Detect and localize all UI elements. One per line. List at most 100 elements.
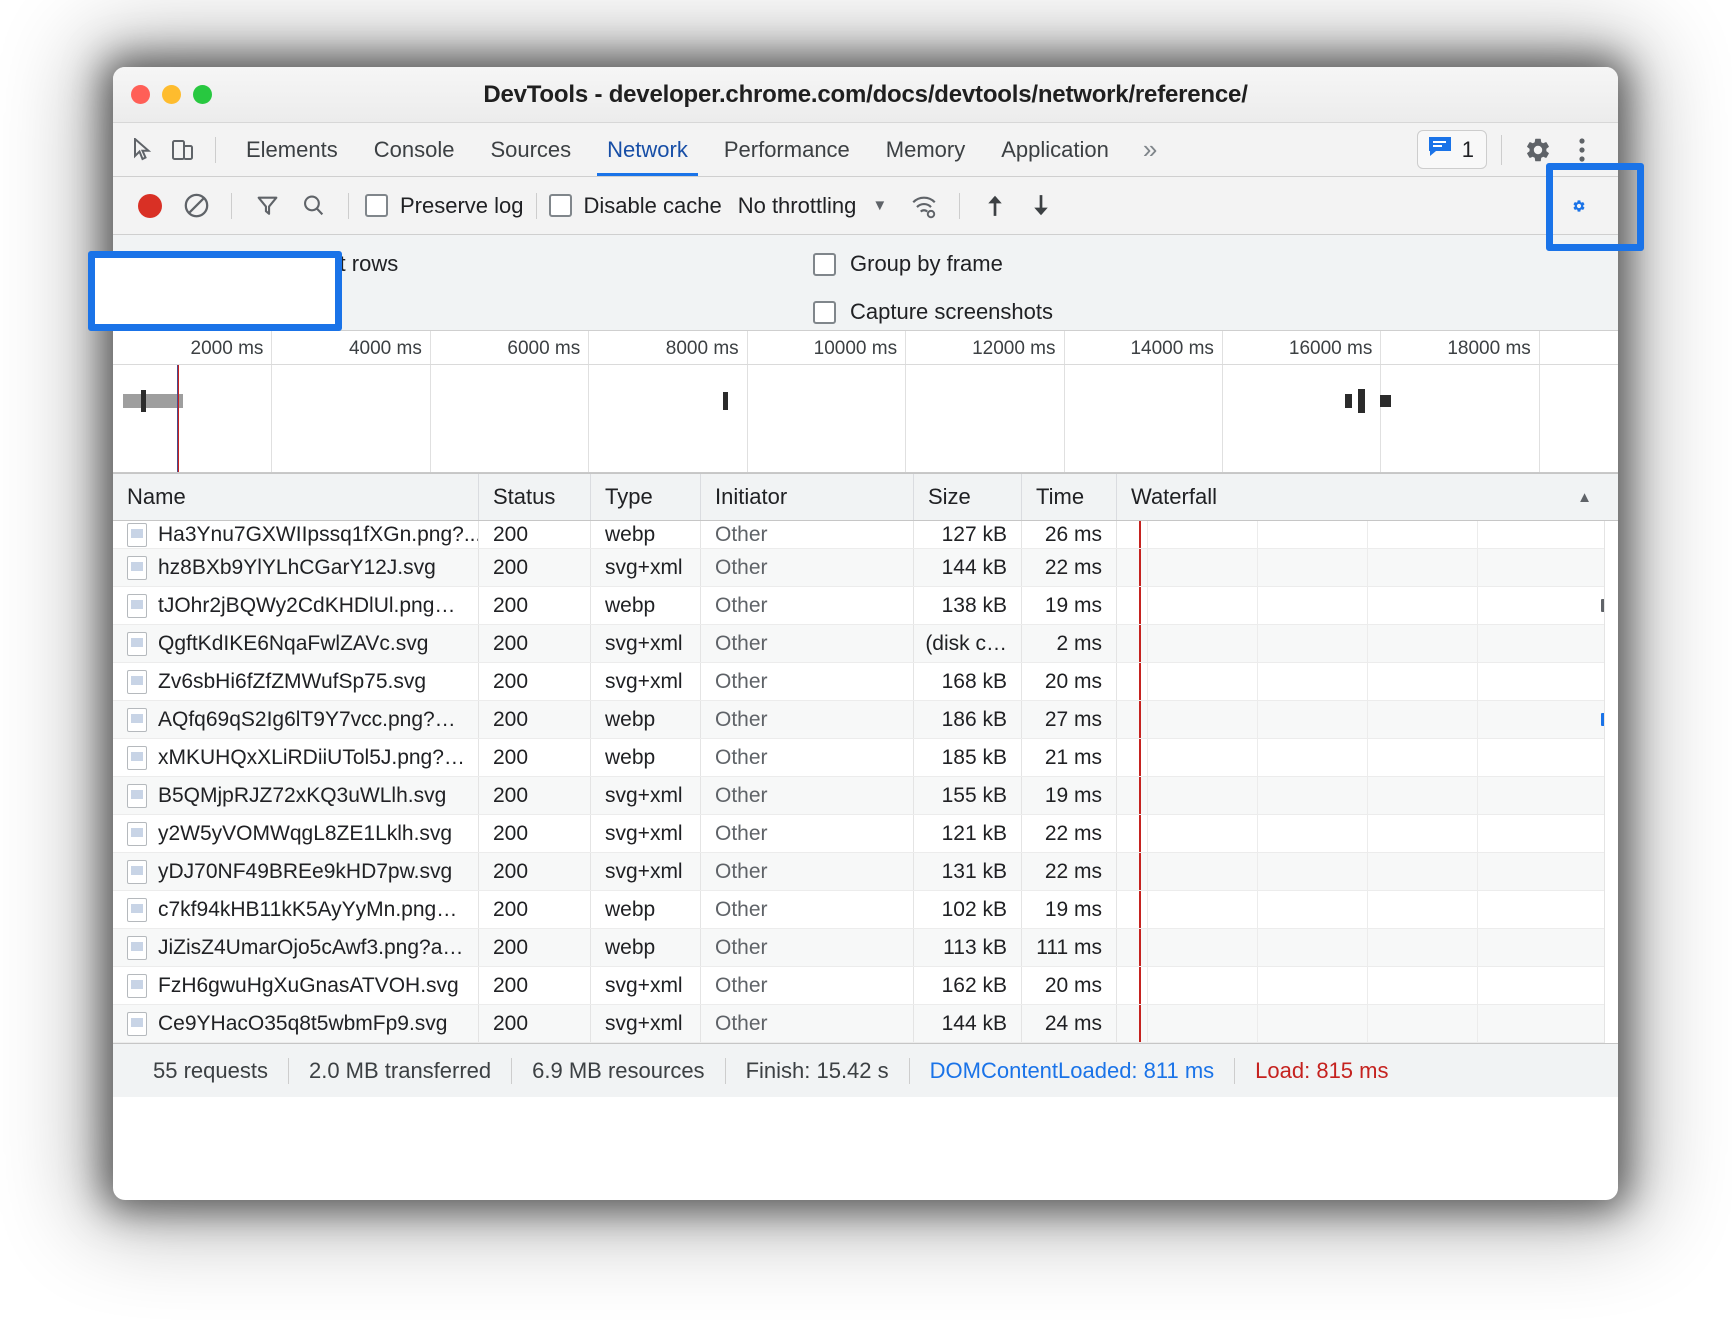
cell-time: 22 ms [1022, 853, 1117, 890]
column-header-time[interactable]: Time [1022, 474, 1117, 520]
toolbar-divider-2 [348, 192, 349, 219]
overview-request-bar [1358, 389, 1365, 413]
image-resource-icon [127, 1011, 147, 1036]
waterfall-load-marker [1139, 853, 1141, 890]
table-row[interactable]: Ha3Ynu7GXWIIpssq1fXGn.png?... 200 webp Othe… [113, 521, 1618, 1043]
cell-status: 200 [479, 739, 591, 776]
tab-sources[interactable]: Sources [472, 123, 589, 176]
status-domcontentloaded: DOMContentLoaded: 811 ms [929, 1057, 1215, 1083]
image-resource-icon [127, 669, 147, 694]
record-stop-icon[interactable] [127, 183, 173, 229]
preserve-log-checkbox[interactable]: Preserve log [365, 193, 524, 219]
tab-label: Performance [723, 136, 850, 162]
capture-screenshots-checkbox[interactable]: Capture screenshots [813, 295, 1053, 329]
show-overview-checkbox[interactable]: Show overview [135, 295, 398, 329]
table-row[interactable]: FzH6gwuHgXuGnasATVOH.svg 200 svg+xml Other 1… [113, 521, 1618, 1043]
column-header-size[interactable]: Size [914, 474, 1022, 520]
column-header-status[interactable]: Status [479, 474, 591, 520]
issues-count-label: 1 [1461, 136, 1474, 162]
table-row[interactable]: y2W5yVOMWqgL8ZE1Lklh.svg 200 svg+xml Other 1… [113, 521, 1618, 1043]
waterfall-load-marker [1139, 815, 1141, 852]
table-row[interactable]: B5QMjpRJZ72xKQ3uWLlh.svg 200 svg+xml Other 1… [113, 521, 1618, 1043]
tab-memory[interactable]: Memory [868, 123, 983, 176]
cell-initiator: Other [701, 1005, 914, 1042]
waterfall-gridline [1367, 891, 1368, 928]
waterfall-gridline [1147, 891, 1148, 928]
cell-size: 155 kB [914, 777, 1022, 814]
export-har-icon[interactable] [1018, 183, 1064, 229]
tab-label: Elements [246, 136, 338, 162]
table-row[interactable]: c7kf94kHB11kK5AyYyMn.png… 200 webp Other 102… [113, 521, 1618, 1043]
tab-performance[interactable]: Performance [706, 123, 868, 176]
table-row[interactable]: Ce9YHacO35q8t5wbmFp9.svg 200 svg+xml Other 1… [113, 521, 1618, 1043]
preserve-log-box[interactable] [365, 194, 388, 217]
table-row[interactable]: AQfq69qS2Ig6lT9Y7vcc.png?… 200 webp Other 18… [113, 521, 1618, 1043]
waterfall-gridline [1147, 967, 1148, 1004]
cell-size: 185 kB [914, 739, 1022, 776]
search-icon[interactable] [290, 183, 336, 229]
waterfall-gridline [1147, 739, 1148, 776]
table-body[interactable]: Ha3Ynu7GXWIIpssq1fXGn.png?... 200 webp Othe… [113, 521, 1618, 1043]
table-vertical-scrollbar[interactable] [1604, 521, 1618, 1043]
capture-screenshots-box[interactable] [813, 300, 836, 324]
table-row[interactable]: yDJ70NF49BREe9kHD7pw.svg 200 svg+xml Other 1… [113, 521, 1618, 1043]
cell-time: 111 ms [1022, 929, 1117, 966]
table-row[interactable]: xMKUHQxXLiRDiiUTol5J.png?… 200 webp Other 18… [113, 521, 1618, 1043]
tab-console[interactable]: Console [356, 123, 473, 176]
devtools-settings-gear-icon[interactable] [1516, 128, 1560, 172]
table-row[interactable]: tJOhr2jBQWy2CdKHDlUl.png… 200 webp Other 138… [113, 521, 1618, 1043]
waterfall-gridline [1257, 1005, 1258, 1042]
network-settings-gear-icon[interactable] [1572, 183, 1618, 229]
more-tabs-chevron-icon[interactable]: » [1127, 134, 1173, 165]
use-large-request-rows-checkbox[interactable]: Use large request rows [135, 247, 398, 281]
disable-cache-box[interactable] [548, 194, 572, 217]
chevron-down-icon[interactable]: ▼ [872, 197, 887, 214]
image-resource-icon [127, 631, 147, 656]
disable-cache-checkbox[interactable]: Disable cache [548, 193, 722, 219]
cursor-select-icon[interactable] [123, 130, 163, 170]
waterfall-gridline [1257, 663, 1258, 700]
throttling-select-value[interactable]: No throttling [738, 193, 857, 219]
use-large-request-rows-box[interactable] [135, 252, 158, 276]
clear-prohibited-icon[interactable] [173, 183, 219, 229]
tab-label: Memory [885, 136, 966, 162]
table-row[interactable]: Zv6sbHi6fZfZMWufSp75.svg 200 svg+xml Other 1… [113, 521, 1618, 1043]
waterfall-load-marker [1139, 587, 1141, 624]
more-options-kebab-icon[interactable] [1560, 128, 1604, 172]
group-by-frame-box[interactable] [813, 252, 836, 276]
column-header-type[interactable]: Type [591, 474, 701, 520]
waterfall-gridline [1147, 587, 1148, 624]
cell-type: svg+xml [591, 777, 701, 814]
waterfall-gridline [1477, 587, 1478, 624]
column-header-initiator[interactable]: Initiator [701, 474, 914, 520]
waterfall-gridline [1257, 967, 1258, 1004]
waterfall-gridline [1147, 549, 1148, 586]
panel-tabs: Elements Console Sources Network Perform… [228, 123, 1173, 176]
issues-counter-button[interactable]: 1 [1416, 130, 1487, 169]
cell-size: 131 kB [914, 853, 1022, 890]
column-header-name[interactable]: Name [113, 474, 479, 520]
group-by-frame-checkbox[interactable]: Group by frame [813, 247, 1053, 281]
waterfall-gridline [1147, 521, 1148, 548]
network-conditions-icon[interactable] [901, 183, 947, 229]
column-header-waterfall[interactable]: Waterfall ▲ [1117, 474, 1618, 520]
table-row[interactable]: hz8BXb9YlYLhCGarY12J.svg 200 svg+xml Other 1… [113, 521, 1618, 1043]
funnel-filter-icon[interactable] [244, 183, 290, 229]
tab-elements[interactable]: Elements [228, 123, 356, 176]
network-overview-timeline[interactable]: 2000 ms 4000 ms 6000 ms 8000 ms 10000 ms 1200… [113, 331, 1618, 473]
table-row[interactable]: QgftKdIKE6NqaFwlZAVc.svg 200 svg+xml Other(… [113, 521, 1618, 1043]
show-overview-box[interactable] [135, 300, 158, 324]
cell-status: 200 [479, 587, 591, 624]
cell-type: svg+xml [591, 663, 701, 700]
tab-network[interactable]: Network [589, 123, 706, 176]
request-name-label: QgftKdIKE6NqaFwlZAVc.svg [158, 631, 429, 655]
device-toolbar-icon[interactable] [163, 130, 203, 170]
tab-application[interactable]: Application [983, 123, 1127, 176]
table-row[interactable]: JiZisZ4UmarOjo5cAwf3.png?a… 200 webp Other 1… [113, 521, 1618, 1043]
cell-size: 144 kB [914, 549, 1022, 586]
import-har-icon[interactable] [972, 183, 1018, 229]
cell-time: 22 ms [1022, 549, 1117, 586]
cell-time: 2 ms [1022, 625, 1117, 662]
cell-type: svg+xml [591, 967, 701, 1004]
waterfall-load-marker [1139, 967, 1141, 1004]
